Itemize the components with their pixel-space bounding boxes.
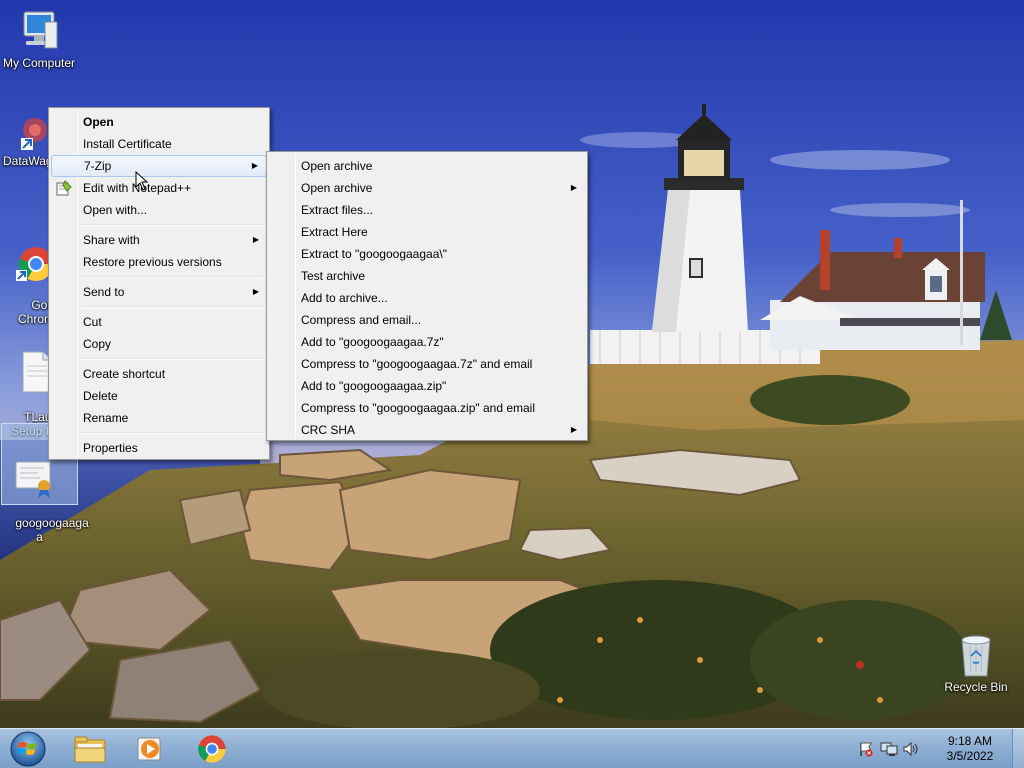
datawag-icon	[21, 118, 47, 150]
submenu-item-label: Add to "googoogaagaa.7z"	[301, 335, 444, 349]
submenu-item-label: Add to archive...	[301, 291, 388, 305]
menu-item-open[interactable]: Open	[51, 111, 267, 133]
submenu-item-7zip[interactable]: Open archive ▶	[269, 177, 585, 199]
clock-time: 9:18 AM	[947, 734, 993, 748]
menu-item-7zip[interactable]: 7-Zip ▶	[51, 155, 267, 177]
desktop-icon-recycle-bin[interactable]: Recycle Bin	[936, 632, 1016, 694]
submenu-arrow-icon: ▶	[570, 425, 577, 434]
menu-separator	[51, 429, 267, 437]
menu-item-share-with[interactable]: Share with ▶	[51, 229, 267, 251]
folder-icon	[74, 736, 106, 763]
submenu-arrow-icon: ▶	[252, 235, 259, 244]
desktop-icon-label: Recycle Bin	[944, 680, 1008, 694]
taskbar: 9:18 AM 3/5/2022	[0, 728, 1024, 768]
notepad-plus-plus-icon	[56, 180, 72, 196]
submenu-item-7zip[interactable]: Extract to "googoogaagaa\"	[269, 243, 585, 265]
taskbar-media-player-button[interactable]	[124, 731, 176, 767]
certificate-file-icon	[15, 461, 51, 498]
menu-item-delete[interactable]: Delete	[51, 385, 267, 407]
clock-date: 3/5/2022	[946, 749, 994, 763]
taskbar-clock[interactable]: 9:18 AM 3/5/2022	[940, 734, 1000, 764]
menu-item-label: Share with	[83, 233, 140, 247]
submenu-item-7zip[interactable]: Extract Here	[269, 221, 585, 243]
desktop[interactable]: My Computer DataWag Goog Chron TLaunc go…	[0, 0, 1024, 728]
menu-item-rename[interactable]: Rename	[51, 407, 267, 429]
menu-item-properties[interactable]: Properties	[51, 437, 267, 459]
submenu-item-7zip[interactable]: Add to "googoogaagaa.zip"	[269, 375, 585, 397]
menu-item-send-to[interactable]: Send to ▶	[51, 281, 267, 303]
submenu-item-7zip[interactable]: Compress to "googoogaagaa.7z" and email	[269, 353, 585, 375]
show-desktop-button[interactable]	[1012, 729, 1024, 768]
taskbar-chrome-button[interactable]	[186, 731, 238, 767]
submenu-item-label: Compress to "googoogaagaa.zip" and email	[301, 401, 535, 415]
7zip-submenu: Open archive Open archive ▶ Extract files..…	[266, 151, 588, 441]
desktop-icon-label: DataWag	[3, 154, 53, 168]
submenu-item-label: Compress to "googoogaagaa.7z" and email	[301, 357, 533, 371]
menu-item-install-certificate[interactable]: Install Certificate	[51, 133, 267, 155]
submenu-item-label: CRC SHA	[301, 423, 356, 437]
network-icon[interactable]	[880, 741, 898, 757]
file-context-menu: Open Install Certificate 7-Zip ▶ Edit wi…	[48, 107, 270, 460]
submenu-item-label: Compress and email...	[301, 313, 422, 327]
menu-separator	[51, 221, 267, 229]
submenu-item-7zip[interactable]: Open archive	[269, 155, 585, 177]
submenu-item-label: Open archive	[301, 181, 373, 195]
submenu-item-label: Extract files...	[301, 203, 374, 217]
notification-area: 9:18 AM 3/5/2022	[854, 729, 1024, 768]
submenu-item-7zip[interactable]: Extract files...	[269, 199, 585, 221]
menu-item-restore-previous-versions[interactable]: Restore previous versions	[51, 251, 267, 273]
menu-separator	[51, 273, 267, 281]
submenu-item-label: Test archive	[301, 269, 366, 283]
submenu-arrow-icon: ▶	[570, 183, 577, 192]
submenu-item-7zip[interactable]: CRC SHA ▶	[269, 419, 585, 441]
action-center-flag-icon[interactable]	[858, 741, 874, 757]
menu-item-open-with[interactable]: Open with...	[51, 199, 267, 221]
submenu-arrow-icon: ▶	[252, 287, 259, 296]
submenu-arrow-icon: ▶	[251, 161, 258, 170]
computer-icon	[23, 11, 58, 49]
submenu-item-7zip[interactable]: Compress and email...	[269, 309, 585, 331]
chrome-icon	[198, 735, 226, 763]
submenu-item-7zip[interactable]: Compress to "googoogaagaa.zip" and email	[269, 397, 585, 419]
windows-start-orb-icon	[10, 731, 46, 767]
menu-item-edit-with-notepad[interactable]: Edit with Notepad++	[51, 177, 267, 199]
menu-item-create-shortcut[interactable]: Create shortcut	[51, 363, 267, 385]
recycle-bin-icon	[961, 635, 991, 677]
submenu-item-label: Add to "googoogaagaa.zip"	[301, 379, 447, 393]
submenu-item-label: Extract Here	[301, 225, 368, 239]
menu-item-label: 7-Zip	[84, 159, 112, 173]
7zip-submenu-items: Open archive Open archive ▶ Extract files..…	[269, 155, 585, 441]
start-button[interactable]	[0, 731, 56, 767]
desktop-icon-my-computer[interactable]: My Computer	[0, 8, 78, 70]
submenu-item-7zip[interactable]: Add to archive...	[269, 287, 585, 309]
submenu-item-7zip[interactable]: Test archive	[269, 265, 585, 287]
taskbar-explorer-button[interactable]	[64, 731, 116, 767]
submenu-item-label: Extract to "googoogaagaa\"	[301, 247, 447, 261]
volume-speaker-icon[interactable]	[902, 741, 920, 757]
media-player-icon	[137, 737, 161, 761]
submenu-item-7zip[interactable]: Add to "googoogaagaa.7z"	[269, 331, 585, 353]
menu-item-cut[interactable]: Cut	[51, 311, 267, 333]
menu-item-label: Send to	[83, 285, 125, 299]
menu-separator	[51, 355, 267, 363]
menu-item-copy[interactable]: Copy	[51, 333, 267, 355]
desktop-icon-label: My Computer	[2, 56, 76, 70]
submenu-item-label: Open archive	[301, 159, 373, 173]
desktop-icon-datawag[interactable]: DataWag	[0, 112, 53, 168]
menu-separator	[51, 303, 267, 311]
mouse-cursor-icon	[135, 171, 149, 191]
